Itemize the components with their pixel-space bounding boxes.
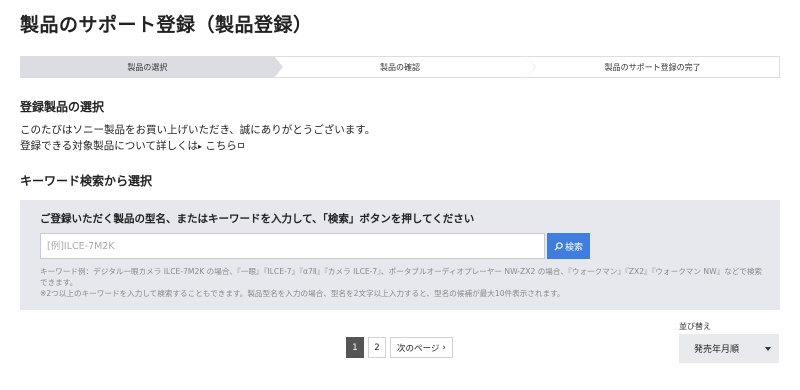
page-button-2[interactable]: 2 — [368, 337, 386, 358]
caret-down-icon — [765, 347, 771, 351]
sort-select[interactable]: 発売年月順 — [679, 334, 779, 363]
intro-text: このたびはソニー製品をお買い上げいただき、誠にありがとうございます。 登録できる… — [20, 122, 375, 155]
next-page-button[interactable]: 次のページ › — [390, 337, 453, 358]
chevron-right-icon: › — [442, 342, 446, 353]
section-title-keyword: キーワード検索から選択 — [20, 174, 153, 188]
intro-line-2: 登録できる対象製品について詳しくは▸ こちら — [20, 138, 375, 155]
step-label: 製品の確認 — [380, 62, 420, 72]
external-window-icon — [237, 143, 244, 148]
search-icon — [554, 241, 563, 251]
search-instruction: ご登録いただく製品の型名、またはキーワードを入力して、「検索」ボタンを押してくだ… — [40, 213, 475, 225]
keyword-search-panel: ご登録いただく製品の型名、またはキーワードを入力して、「検索」ボタンを押してくだ… — [20, 200, 780, 310]
search-button[interactable]: 検索 — [547, 233, 590, 259]
intro-line-1: このたびはソニー製品をお買い上げいただき、誠にありがとうございます。 — [20, 124, 376, 136]
pagination: 1 2 次のページ › — [346, 337, 453, 358]
step-registration-complete: 製品のサポート登録の完了 — [526, 57, 779, 77]
sort-label: 並び替え — [679, 322, 711, 331]
details-link[interactable]: こちら — [205, 140, 244, 152]
keyword-search-input[interactable] — [40, 233, 545, 259]
keyword-examples-note: キーワード例：デジタル一眼カメラ ILCE-7M2K の場合、『一眼』『ILCE… — [40, 266, 765, 299]
next-page-label: 次のページ — [397, 343, 440, 354]
page-button-1[interactable]: 1 — [346, 337, 364, 358]
details-link-label[interactable]: こちら — [205, 140, 237, 152]
step-divider-inner — [526, 56, 536, 78]
arrow-right-icon: ▸ — [197, 142, 202, 151]
step-label: 製品のサポート登録の完了 — [604, 62, 701, 72]
sort-selected-value: 発売年月順 — [694, 345, 740, 355]
search-button-label: 検索 — [564, 241, 583, 252]
intro-line-2-text: 登録できる対象製品について詳しくは — [20, 140, 198, 152]
section-title-select: 登録製品の選択 — [20, 100, 105, 114]
step-label: 製品の選択 — [127, 62, 168, 72]
step-select-product: 製品の選択 — [21, 56, 283, 78]
step-confirm-product: 製品の確認 — [274, 56, 537, 78]
page-title: 製品のサポート登録（製品登録） — [20, 14, 313, 36]
progress-steps: 製品の選択 製品の確認 製品のサポート登録の完了 — [20, 56, 780, 78]
keyword-example-text: キーワード例：デジタル一眼カメラ ILCE-7M2K の場合、『一眼』『ILCE… — [40, 267, 763, 287]
step-arrow-icon — [273, 56, 283, 78]
keyword-hint-text: ※2つ以上のキーワードを入力して検索することもできます。製品型名を入力の場合、型… — [40, 289, 565, 298]
